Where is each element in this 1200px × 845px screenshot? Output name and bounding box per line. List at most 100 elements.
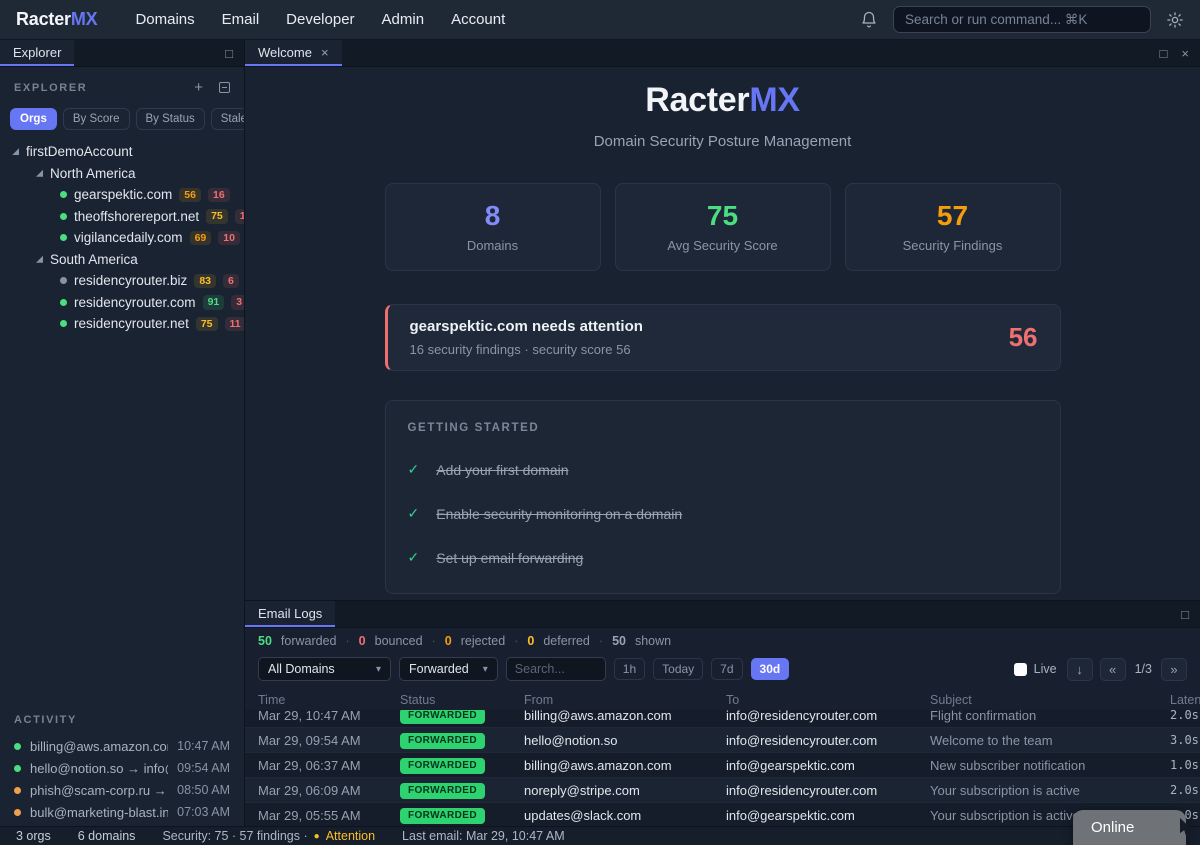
menu-item-admin[interactable]: Admin [382, 11, 425, 28]
status-filter-value: Forwarded [409, 662, 469, 676]
explorer-header-label: EXPLORER [14, 82, 87, 94]
status-filter-select[interactable]: Forwarded ▾ [399, 657, 498, 681]
col-to: To [726, 693, 930, 707]
stat-forwarded-value: 50 [258, 634, 272, 648]
activity-header: ACTIVITY [14, 714, 230, 726]
tab-welcome[interactable]: Welcome × [245, 40, 342, 66]
chip-stale[interactable]: Stale [211, 108, 245, 130]
domain-filter-select[interactable]: All Domains ▾ [258, 657, 391, 681]
sidebar-maximize-icon[interactable]: □ [225, 46, 233, 61]
theme-toggle-sun-icon[interactable] [1166, 11, 1184, 29]
menu-item-account[interactable]: Account [451, 11, 505, 28]
stat-card-domains[interactable]: 8 Domains [385, 183, 601, 271]
activity-item[interactable]: billing@aws.amazon.com ... 10:47 AM [14, 735, 230, 757]
range-chip-30d[interactable]: 30d [751, 658, 790, 680]
tree-label: theoffshorereport.net [74, 209, 199, 224]
range-chip-1h[interactable]: 1h [614, 658, 645, 680]
tree-item-org[interactable]: firstDemoAccount [0, 141, 244, 163]
tree-item-group[interactable]: South America [0, 249, 244, 271]
app-logo[interactable]: RacterMX [16, 9, 97, 30]
activity-text: bulk@marketing-blast.info ... [30, 805, 168, 820]
checklist-label: Set up email forwarding [436, 550, 583, 566]
stat-value: 75 [707, 202, 738, 230]
caret-icon[interactable] [36, 256, 43, 263]
caret-icon[interactable] [36, 170, 43, 177]
main-close-icon[interactable]: × [1181, 46, 1189, 61]
statusbar-domains: 6 domains [78, 829, 136, 843]
activity-item[interactable]: phish@scam-corp.ru → inf... 08:50 AM [14, 779, 230, 801]
notifications-bell-icon[interactable] [860, 11, 878, 29]
export-download-button[interactable]: ↓ [1067, 658, 1093, 681]
alert-text-block: gearspektic.com needs attention 16 secur… [410, 318, 643, 357]
menu-item-email[interactable]: Email [222, 11, 260, 28]
stat-value: 57 [937, 202, 968, 230]
tree-item-domain[interactable]: gearspektic.com 56 16 [0, 184, 244, 206]
chip-by-status[interactable]: By Status [136, 108, 205, 130]
command-search-input[interactable] [893, 6, 1151, 33]
domain-status-dot [60, 277, 67, 284]
next-page-button[interactable]: » [1161, 658, 1187, 681]
separator: · [346, 634, 350, 648]
getting-started-header: GETTING STARTED [408, 422, 1038, 434]
tree-item-domain[interactable]: residencyrouter.com 91 3 [0, 292, 244, 314]
stat-label: Security Findings [903, 238, 1003, 253]
tab-explorer[interactable]: Explorer [0, 40, 74, 66]
live-checkbox[interactable] [1014, 663, 1027, 676]
tree-item-domain[interactable]: residencyrouter.biz 83 6 [0, 270, 244, 292]
activity-status-dot [14, 809, 21, 816]
tree-item-domain[interactable]: vigilancedaily.com 69 10 [0, 227, 244, 249]
range-chip-today[interactable]: Today [653, 658, 703, 680]
email-search-input[interactable] [506, 657, 606, 681]
cell-from: hello@notion.so [524, 733, 726, 748]
activity-item[interactable]: bulk@marketing-blast.info ... 07:03 AM [14, 801, 230, 823]
add-org-icon[interactable]: + [194, 79, 203, 96]
statusbar-last-email: Last email: Mar 29, 10:47 AM [402, 829, 565, 843]
tab-email-logs[interactable]: Email Logs [245, 601, 335, 627]
menu-item-developer[interactable]: Developer [286, 11, 354, 28]
prev-page-button[interactable]: « [1100, 658, 1126, 681]
main-menu: Domains Email Developer Admin Account [135, 11, 505, 28]
checklist-item[interactable]: ✓ Enable security monitoring on a domain [408, 505, 1038, 522]
tree-label: gearspektic.com [74, 187, 172, 202]
tree-item-domain[interactable]: residencyrouter.net 75 11 [0, 313, 244, 335]
email-logs-maximize-icon[interactable]: □ [1181, 607, 1189, 622]
stat-card-findings[interactable]: 57 Security Findings [845, 183, 1061, 271]
cell-subject: New subscriber notification [930, 758, 1170, 773]
separator: · [514, 634, 518, 648]
tree-label: South America [50, 252, 138, 267]
tab-close-icon[interactable]: × [321, 45, 329, 60]
checklist-item[interactable]: ✓ Set up email forwarding [408, 549, 1038, 566]
chevron-down-icon: ▾ [376, 664, 381, 675]
cell-latency: 2.0s [1170, 708, 1200, 722]
range-chip-7d[interactable]: 7d [711, 658, 742, 680]
table-row[interactable]: Mar 29, 09:54 AM FORWARDED hello@notion.… [245, 728, 1200, 753]
separator: · [599, 634, 603, 648]
table-row[interactable]: Mar 29, 06:09 AM FORWARDED noreply@strip… [245, 778, 1200, 803]
score-badge: 75 [206, 209, 228, 224]
col-time: Time [258, 693, 400, 707]
activity-item[interactable]: hello@notion.so → info@re... 09:54 AM [14, 757, 230, 779]
chip-by-score[interactable]: By Score [63, 108, 130, 130]
activity-time: 08:50 AM [177, 783, 230, 797]
top-nav: RacterMX Domains Email Developer Admin A… [0, 0, 1200, 40]
cell-to: info@residencyrouter.com [726, 733, 930, 748]
attention-alert[interactable]: gearspektic.com needs attention 16 secur… [385, 304, 1061, 371]
stat-card-avg-score[interactable]: 75 Avg Security Score [615, 183, 831, 271]
stat-rejected-label: rejected [461, 634, 505, 648]
online-toast-label: Online [1091, 819, 1134, 836]
cell-time: Mar 29, 06:37 AM [258, 758, 400, 773]
table-row[interactable]: Mar 29, 06:37 AM FORWARDED billing@aws.a… [245, 753, 1200, 778]
main-maximize-icon[interactable]: □ [1160, 46, 1168, 61]
stat-shown-value: 50 [612, 634, 626, 648]
tree-item-domain[interactable]: theoffshorereport.net 75 11 [0, 206, 244, 228]
menu-item-domains[interactable]: Domains [135, 11, 194, 28]
findings-badge: 10 [218, 231, 240, 246]
checklist-item[interactable]: ✓ Add your first domain [408, 461, 1038, 478]
score-badge: 56 [179, 188, 201, 203]
caret-icon[interactable] [12, 148, 19, 155]
chip-orgs[interactable]: Orgs [10, 108, 57, 130]
tree-item-group[interactable]: North America [0, 163, 244, 185]
org-tree: firstDemoAccount North America gearspekt… [0, 141, 244, 335]
table-row[interactable]: Mar 29, 05:55 AM FORWARDED updates@slack… [245, 803, 1200, 826]
collapse-all-icon[interactable] [219, 82, 230, 93]
